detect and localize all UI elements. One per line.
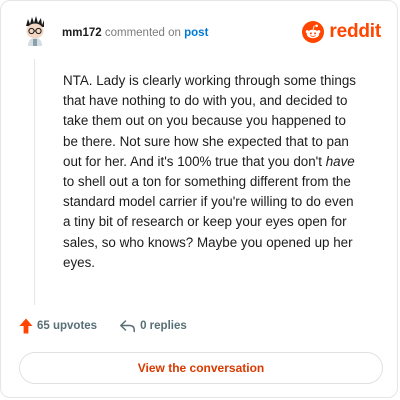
reply-arrow-icon <box>120 320 136 333</box>
upvote-count: 65 upvotes <box>37 320 98 332</box>
comment-line: to shell out a ton for something differe… <box>63 174 351 190</box>
comment-line: be there. Not sure how she expected that… <box>63 133 349 149</box>
upvote-button[interactable]: 65 upvotes <box>19 318 97 334</box>
comment-card: mm172 commented on post reddit NTA. Lady… <box>0 0 398 398</box>
thread-line <box>34 59 35 305</box>
comment-body: NTA. Lady is clearly working through som… <box>63 71 381 273</box>
comment-text: out for her. And it's 100% true that you… <box>63 153 326 169</box>
comment-line: take them out on you because you happene… <box>63 113 346 129</box>
upvote-arrow-icon <box>19 318 33 334</box>
comment-actions: 65 upvotes 0 replies <box>19 318 187 334</box>
comment-line: out for her. And it's 100% true that you… <box>63 152 381 172</box>
comment-header: mm172 commented on post <box>62 26 208 40</box>
post-link[interactable]: post <box>184 27 208 39</box>
reddit-brand[interactable]: reddit <box>302 21 381 43</box>
comment-line: a tiny bit of research or keep your eyes… <box>63 214 347 230</box>
comment-line: that have nothing to do with you, and de… <box>63 93 348 109</box>
reply-button[interactable]: 0 replies <box>119 319 187 333</box>
comment-line: NTA. Lady is clearly working through som… <box>63 73 356 88</box>
comment-line: standard model carrier if you're willing… <box>63 194 354 210</box>
reddit-snoo-icon <box>302 21 325 43</box>
commented-on-text: commented on <box>104 27 181 39</box>
emphasis-text: have <box>325 153 355 169</box>
avatar[interactable] <box>17 15 53 51</box>
reply-count: 0 replies <box>140 320 187 332</box>
view-conversation-button[interactable]: View the conversation <box>19 352 383 384</box>
username[interactable]: mm172 <box>62 27 102 39</box>
comment-line: sales, so who knows? Maybe you opened up… <box>63 234 353 250</box>
comment-line: eyes. <box>63 254 96 270</box>
reddit-wordmark: reddit <box>329 21 381 42</box>
